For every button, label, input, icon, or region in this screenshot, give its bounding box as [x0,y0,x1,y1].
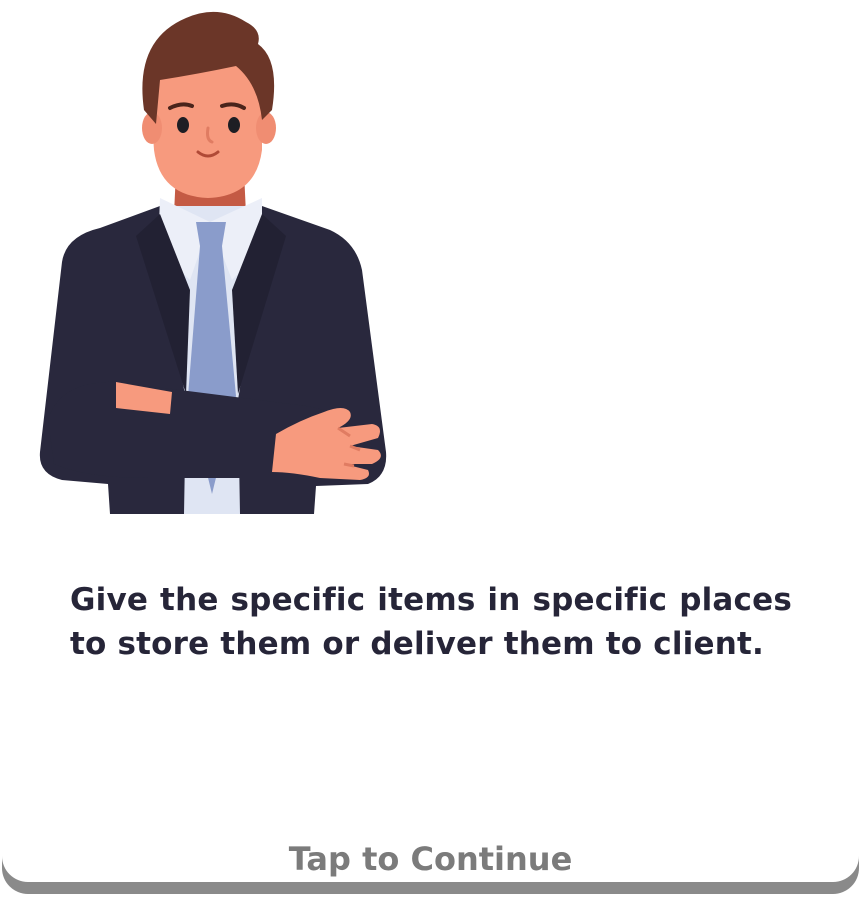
businessman-character-illustration [39,11,387,514]
tap-to-continue-button[interactable]: Tap to Continue [0,838,861,880]
dialog-card[interactable]: Give the specific items in specific plac… [0,0,861,907]
dialog-text: Give the specific items in specific plac… [70,582,792,662]
